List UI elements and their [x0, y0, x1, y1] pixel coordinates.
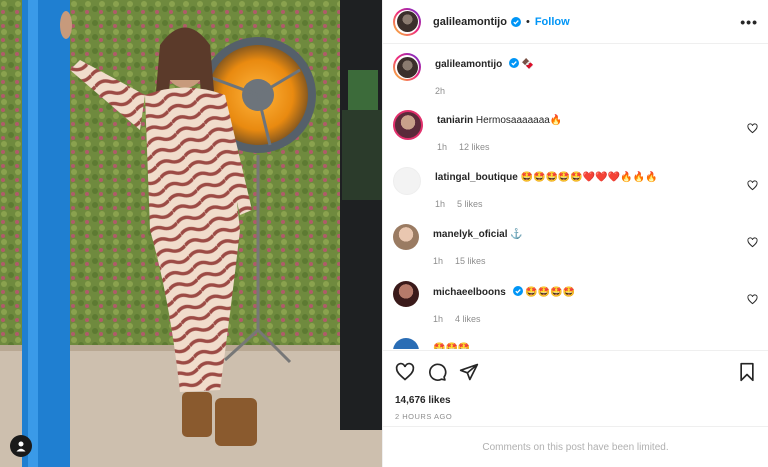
- user-tag-button[interactable]: [10, 435, 32, 457]
- caption-text: 🍫: [521, 59, 535, 70]
- comments-list[interactable]: galileamontijo 🍫 2h taniarin Hermosaaaaa…: [383, 44, 768, 349]
- caption: galileamontijo 🍫 2h: [383, 44, 768, 101]
- commenter-avatar[interactable]: [393, 110, 423, 140]
- comment-row: taniarin Hermosaaaaaaa🔥 1h 12 likes: [383, 101, 768, 158]
- comment-row: michaeelboons 🤩🤩🤩🤩 1h 4 likes: [383, 272, 768, 329]
- user-tag-icon: [16, 441, 26, 452]
- comment-time[interactable]: 1h: [433, 256, 443, 266]
- commenter-avatar[interactable]: [393, 167, 421, 195]
- comment-row: manelyk_oficial ⚓ 1h 15 likes: [383, 215, 768, 272]
- comment-text: 🤩🤩🤩🤩🤩❤️❤️❤️🔥🔥🔥: [520, 172, 658, 183]
- comment-time[interactable]: 1h: [435, 199, 445, 209]
- bookmark-icon[interactable]: [738, 362, 756, 382]
- caption-avatar[interactable]: [393, 53, 421, 81]
- caption-time[interactable]: 2h: [435, 86, 445, 96]
- comment-likes[interactable]: 15 likes: [455, 256, 486, 266]
- post-timestamp[interactable]: 2 HOURS AGO: [395, 412, 756, 421]
- heart-icon[interactable]: [747, 294, 758, 305]
- commenter-avatar[interactable]: [393, 281, 419, 307]
- comment-likes[interactable]: 12 likes: [459, 142, 490, 152]
- caption-username[interactable]: galileamontijo: [435, 59, 502, 70]
- post-panel: galileamontijo • Follow ••• galileamonti…: [382, 0, 768, 467]
- comment-row: latingal_boutique 🤩🤩🤩🤩🤩❤️❤️❤️🔥🔥🔥 1h 5 lik…: [383, 158, 768, 215]
- comment-likes[interactable]: 4 likes: [455, 314, 481, 324]
- comment-username[interactable]: taniarin: [437, 115, 473, 126]
- post-header: galileamontijo • Follow •••: [383, 0, 768, 44]
- comment-username[interactable]: manelyk_oficial: [433, 229, 507, 240]
- post-image: [0, 0, 382, 467]
- comment-likes[interactable]: 5 likes: [457, 199, 483, 209]
- heart-icon[interactable]: [395, 362, 415, 382]
- follow-button[interactable]: Follow: [535, 16, 570, 28]
- comment-username[interactable]: michaeelboons: [433, 287, 506, 298]
- commenter-avatar[interactable]: [393, 338, 419, 349]
- verified-icon: [509, 58, 520, 68]
- post-photo[interactable]: [0, 0, 382, 467]
- comment-text: 🤩🤩🤩🤩: [525, 287, 576, 298]
- comments-limited-notice: Comments on this post have been limited.: [383, 426, 768, 467]
- comment-text: Hermosaaaaaaa🔥: [475, 115, 563, 126]
- share-icon[interactable]: [459, 362, 479, 382]
- comment-text: 🤩🤩🤩: [433, 343, 471, 349]
- comment-row: 🤩🤩🤩: [383, 329, 768, 349]
- comment-time[interactable]: 1h: [437, 142, 447, 152]
- comment-username[interactable]: latingal_boutique: [435, 172, 518, 183]
- commenter-avatar[interactable]: [393, 224, 419, 250]
- heart-icon[interactable]: [747, 237, 758, 248]
- separator-dot: •: [525, 15, 530, 28]
- heart-icon[interactable]: [747, 123, 758, 134]
- verified-icon: [512, 286, 523, 296]
- post-actions: 14,676 likes 2 HOURS AGO: [383, 350, 768, 421]
- comment-time[interactable]: 1h: [433, 314, 443, 324]
- heart-icon[interactable]: [747, 180, 758, 191]
- comment-icon[interactable]: [427, 362, 447, 382]
- author-username[interactable]: galileamontijo: [433, 16, 507, 28]
- author-avatar[interactable]: [393, 7, 421, 36]
- verified-icon: [510, 16, 521, 27]
- comment-text: ⚓: [510, 229, 523, 240]
- likes-count[interactable]: 14,676 likes: [395, 395, 756, 406]
- more-options-button[interactable]: •••: [740, 14, 758, 30]
